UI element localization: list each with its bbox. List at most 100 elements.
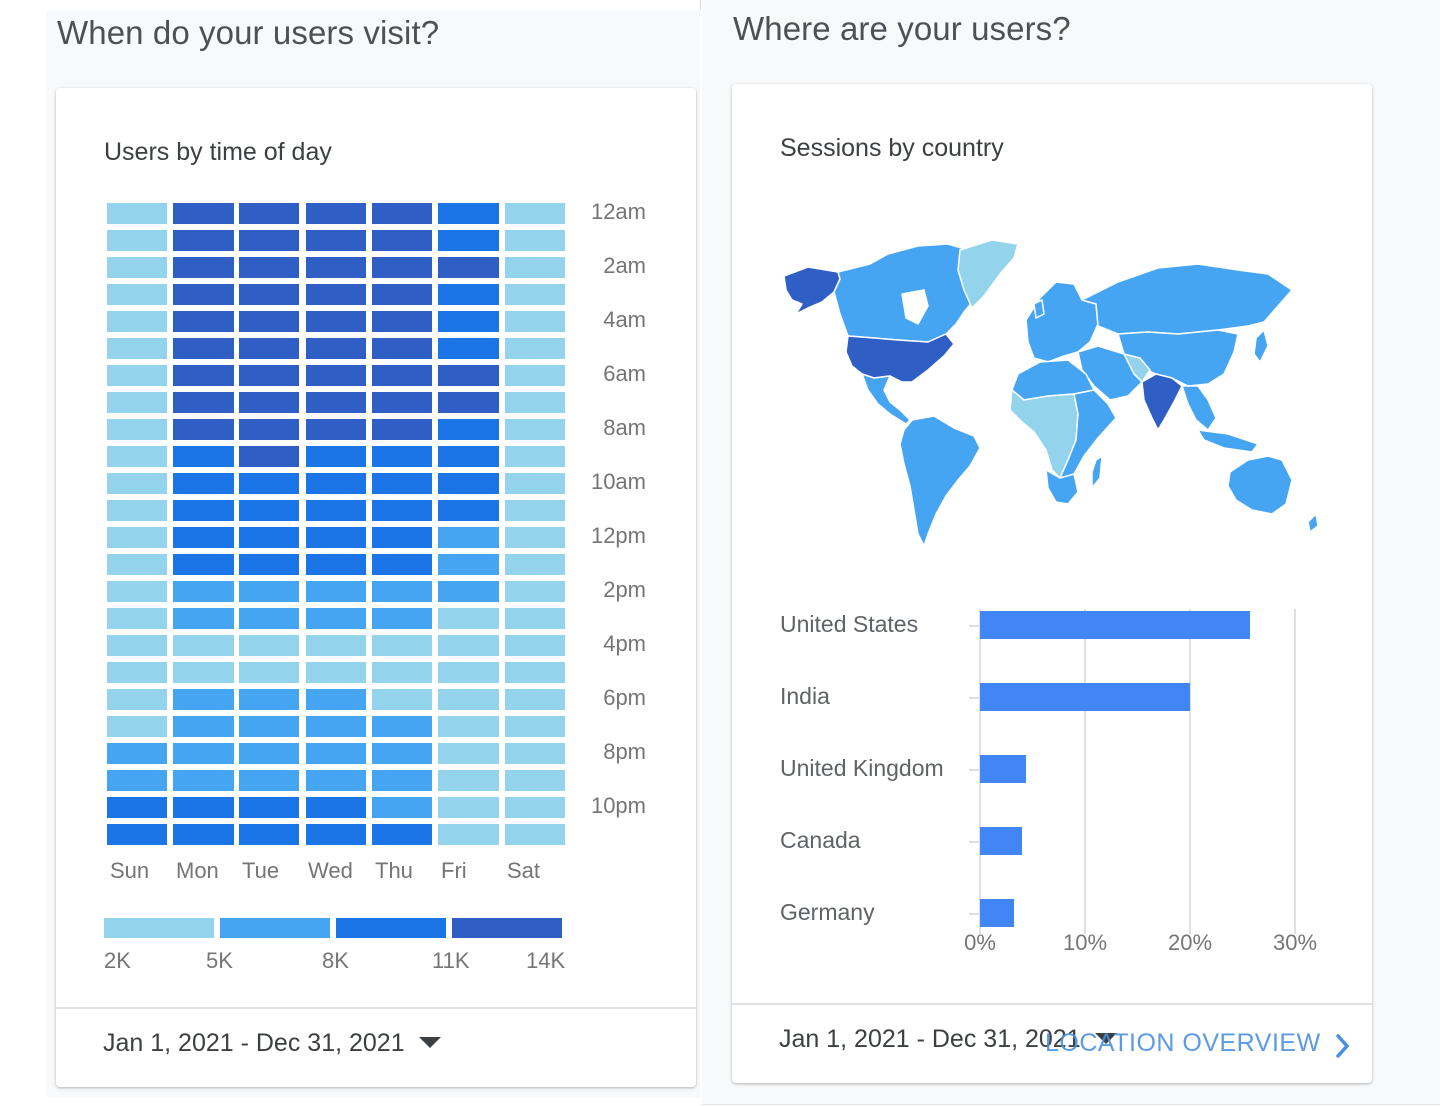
heatmap-cell[interactable] bbox=[107, 203, 167, 224]
heatmap-cell[interactable] bbox=[306, 716, 366, 737]
heatmap-cell[interactable] bbox=[306, 635, 366, 656]
heatmap-cell[interactable] bbox=[239, 446, 299, 467]
heatmap-cell[interactable] bbox=[372, 284, 432, 305]
heatmap-cell[interactable] bbox=[438, 284, 499, 305]
heatmap-cell[interactable] bbox=[239, 716, 299, 737]
heatmap-cell[interactable] bbox=[505, 338, 565, 359]
heatmap-cell[interactable] bbox=[505, 824, 565, 845]
heatmap-cell[interactable] bbox=[372, 770, 432, 791]
heatmap-cell[interactable] bbox=[372, 230, 432, 251]
heatmap-cell[interactable] bbox=[107, 662, 167, 683]
heatmap-cell[interactable] bbox=[239, 527, 299, 548]
heatmap-cell[interactable] bbox=[306, 392, 366, 413]
heatmap-cell[interactable] bbox=[505, 284, 565, 305]
heatmap-cell[interactable] bbox=[372, 797, 432, 818]
heatmap-cell[interactable] bbox=[239, 500, 299, 521]
heatmap-cell[interactable] bbox=[372, 608, 432, 629]
heatmap-cell[interactable] bbox=[107, 365, 167, 386]
heatmap-cell[interactable] bbox=[438, 338, 499, 359]
heatmap-cell[interactable] bbox=[438, 392, 499, 413]
heatmap-cell[interactable] bbox=[438, 743, 499, 764]
heatmap-cell[interactable] bbox=[306, 338, 366, 359]
heatmap-cell[interactable] bbox=[438, 716, 499, 737]
heatmap-cell[interactable] bbox=[505, 500, 565, 521]
heatmap-cell[interactable] bbox=[438, 446, 499, 467]
heatmap-cell[interactable] bbox=[505, 257, 565, 278]
heatmap-cell[interactable] bbox=[107, 797, 167, 818]
heatmap-cell[interactable] bbox=[505, 392, 565, 413]
heatmap-cell[interactable] bbox=[239, 203, 299, 224]
heatmap-cell[interactable] bbox=[438, 635, 499, 656]
heatmap-cell[interactable] bbox=[505, 635, 565, 656]
heatmap-cell[interactable] bbox=[306, 797, 366, 818]
heatmap-cell[interactable] bbox=[107, 716, 167, 737]
heatmap-cell[interactable] bbox=[505, 554, 565, 575]
heatmap-cell[interactable] bbox=[306, 419, 366, 440]
heatmap-cell[interactable] bbox=[438, 689, 499, 710]
heatmap-cell[interactable] bbox=[505, 797, 565, 818]
heatmap-cell[interactable] bbox=[107, 311, 167, 332]
heatmap-cell[interactable] bbox=[372, 311, 432, 332]
heatmap-cell[interactable] bbox=[438, 203, 499, 224]
heatmap-cell[interactable] bbox=[239, 257, 299, 278]
heatmap-cell[interactable] bbox=[372, 419, 432, 440]
heatmap-cell[interactable] bbox=[239, 365, 299, 386]
chevron-right-icon[interactable] bbox=[1334, 1033, 1352, 1059]
heatmap-cell[interactable] bbox=[372, 581, 432, 602]
heatmap-cell[interactable] bbox=[438, 554, 499, 575]
heatmap-cell[interactable] bbox=[107, 635, 167, 656]
heatmap-cell[interactable] bbox=[372, 554, 432, 575]
heatmap-cell[interactable] bbox=[173, 446, 234, 467]
heatmap-cell[interactable] bbox=[505, 230, 565, 251]
heatmap-cell[interactable] bbox=[173, 392, 234, 413]
country-bar[interactable] bbox=[980, 827, 1022, 855]
heatmap-cell[interactable] bbox=[173, 554, 234, 575]
heatmap-cell[interactable] bbox=[505, 365, 565, 386]
heatmap-cell[interactable] bbox=[173, 689, 234, 710]
country-bar[interactable] bbox=[980, 683, 1190, 711]
heatmap-cell[interactable] bbox=[107, 527, 167, 548]
heatmap-cell[interactable] bbox=[239, 635, 299, 656]
heatmap-cell[interactable] bbox=[306, 500, 366, 521]
heatmap-cell[interactable] bbox=[239, 473, 299, 494]
heatmap-cell[interactable] bbox=[372, 743, 432, 764]
heatmap-cell[interactable] bbox=[239, 230, 299, 251]
heatmap-cell[interactable] bbox=[372, 473, 432, 494]
heatmap-cell[interactable] bbox=[306, 608, 366, 629]
heatmap-cell[interactable] bbox=[438, 230, 499, 251]
heatmap-cell[interactable] bbox=[438, 365, 499, 386]
country-bar[interactable] bbox=[980, 755, 1027, 783]
heatmap-cell[interactable] bbox=[372, 257, 432, 278]
heatmap-cell[interactable] bbox=[438, 662, 499, 683]
heatmap-cell[interactable] bbox=[372, 635, 432, 656]
heatmap-cell[interactable] bbox=[505, 446, 565, 467]
heatmap-cell[interactable] bbox=[239, 284, 299, 305]
heatmap-cell[interactable] bbox=[438, 581, 499, 602]
heatmap-cell[interactable] bbox=[438, 824, 499, 845]
heatmap-cell[interactable] bbox=[306, 230, 366, 251]
heatmap-cell[interactable] bbox=[107, 338, 167, 359]
heatmap-cell[interactable] bbox=[107, 770, 167, 791]
heatmap-cell[interactable] bbox=[107, 581, 167, 602]
heatmap-cell[interactable] bbox=[239, 797, 299, 818]
heatmap-cell[interactable] bbox=[372, 716, 432, 737]
heatmap-cell[interactable] bbox=[306, 257, 366, 278]
heatmap-cell[interactable] bbox=[438, 473, 499, 494]
heatmap-cell[interactable] bbox=[505, 770, 565, 791]
heatmap-cell[interactable] bbox=[173, 797, 234, 818]
heatmap-cell[interactable] bbox=[306, 203, 366, 224]
heatmap-cell[interactable] bbox=[306, 689, 366, 710]
heatmap-cell[interactable] bbox=[239, 419, 299, 440]
world-map[interactable] bbox=[778, 234, 1328, 554]
heatmap-cell[interactable] bbox=[306, 554, 366, 575]
heatmap-cell[interactable] bbox=[372, 446, 432, 467]
heatmap-cell[interactable] bbox=[438, 527, 499, 548]
heatmap-cell[interactable] bbox=[173, 716, 234, 737]
heatmap-cell[interactable] bbox=[438, 311, 499, 332]
heatmap-cell[interactable] bbox=[372, 689, 432, 710]
heatmap-cell[interactable] bbox=[306, 311, 366, 332]
heatmap-cell[interactable] bbox=[107, 500, 167, 521]
heatmap-cell[interactable] bbox=[438, 608, 499, 629]
heatmap-cell[interactable] bbox=[239, 608, 299, 629]
heatmap-cell[interactable] bbox=[173, 527, 234, 548]
